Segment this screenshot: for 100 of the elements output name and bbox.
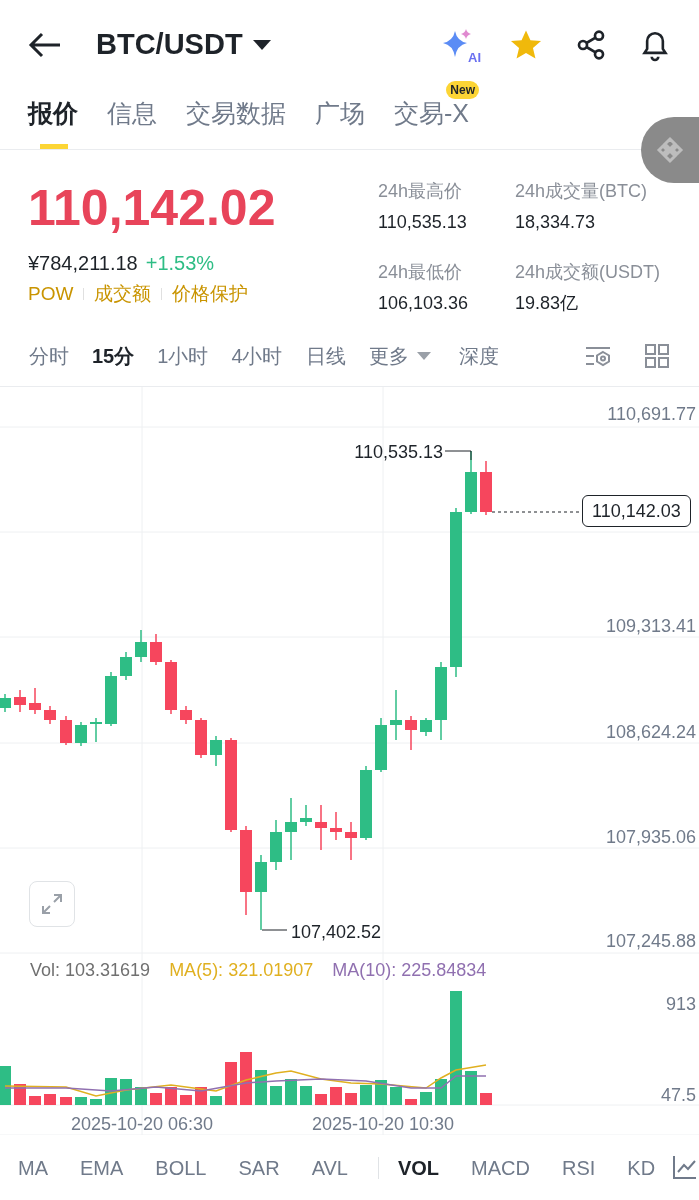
interval-tab[interactable]: 分时: [29, 340, 69, 371]
interval-tab[interactable]: 日线: [305, 340, 346, 371]
expand-icon: [40, 892, 64, 916]
volume-bar: [180, 1095, 192, 1105]
dropdown-caret-icon[interactable]: [252, 40, 271, 50]
candlestick: [405, 715, 417, 751]
grid-layout-icon[interactable]: [644, 342, 670, 369]
candlestick: [285, 797, 297, 861]
expand-button[interactable]: [29, 881, 75, 927]
candlestick: [90, 717, 102, 743]
tag-link[interactable]: POW: [28, 280, 74, 309]
interval-tab[interactable]: 4小时: [231, 340, 283, 371]
tab[interactable]: 信息: [107, 89, 157, 149]
pair-title[interactable]: BTC/USDT: [96, 23, 243, 67]
volume-bar: [165, 1087, 177, 1105]
more-dropdown[interactable]: 更多: [368, 340, 409, 371]
interval-tab[interactable]: 1小时: [157, 340, 209, 371]
back-arrow-icon[interactable]: [28, 31, 62, 59]
volume-legend: Vol: 103.31619: [30, 957, 151, 984]
stat-label: 24h成交额(USDT): [515, 260, 662, 284]
price-axis-label: 107,935.06: [605, 827, 696, 847]
volume-bar: [240, 1052, 252, 1105]
stat-label: 24h成交量(BTC): [515, 180, 649, 203]
candlestick: [44, 705, 56, 725]
candlestick: [420, 717, 432, 737]
candlestick: [180, 705, 192, 725]
volume-axis-label: 47.5: [660, 1085, 696, 1105]
indicator-tab[interactable]: EMA: [80, 1152, 124, 1183]
candlestick: [14, 689, 26, 713]
indicator-tab[interactable]: BOLL: [155, 1152, 207, 1183]
tab[interactable]: 报价: [28, 89, 78, 149]
stat-value: 19.83亿: [515, 291, 580, 315]
interval-tab[interactable]: 15分: [92, 340, 135, 371]
price-axis-label: 110,691.77: [607, 404, 696, 424]
float-logo-button[interactable]: [641, 117, 699, 183]
candlestick: [120, 651, 132, 681]
volume-legend: MA(10): 225.84834: [332, 957, 487, 984]
candlestick: [480, 460, 492, 516]
candlestick: [135, 629, 147, 663]
high-label: 110,535.13: [354, 442, 443, 462]
volume-bar: [0, 1066, 11, 1105]
price-axis-label: 107,245.88: [605, 931, 696, 951]
volume-axis-label: 913: [665, 994, 696, 1014]
candlestick: [165, 659, 177, 715]
volume-bar: [150, 1093, 162, 1105]
volume-bar: [315, 1094, 327, 1105]
candlestick: [315, 804, 327, 851]
depth-tab[interactable]: 深度: [458, 340, 499, 371]
candlestick: [75, 721, 87, 747]
volume-bar: [420, 1092, 432, 1105]
share-icon[interactable]: [575, 29, 607, 61]
candlestick: [60, 715, 72, 746]
price-axis-label: 108,624.24: [605, 722, 696, 742]
volume-bar: [390, 1087, 402, 1105]
price-change: +1.53%: [145, 251, 215, 276]
tag-link[interactable]: 价格保护: [172, 280, 249, 309]
candlestick: [105, 671, 117, 727]
tag-link[interactable]: 成交额: [94, 280, 152, 309]
candlestick: [390, 689, 402, 741]
line-chart-icon[interactable]: [672, 1154, 698, 1180]
volume-bar: [345, 1093, 357, 1105]
cny-price: ¥784,211.18: [28, 251, 138, 276]
time-axis-label: 2025-10-20 06:30: [70, 1114, 214, 1134]
volume-bar: [255, 1070, 267, 1105]
low-label: 107,402.52: [291, 922, 382, 942]
tab[interactable]: 交易数据: [186, 89, 286, 149]
volume-bar: [480, 1093, 492, 1105]
candlestick: [150, 633, 162, 666]
candlestick: [210, 735, 222, 767]
leader-line: [444, 450, 472, 461]
volume-bar: [44, 1094, 56, 1105]
volume-bar: [285, 1079, 297, 1105]
volume-bar: [29, 1096, 41, 1105]
indicator-tab[interactable]: KD: [627, 1152, 656, 1183]
candlestick: [195, 717, 207, 759]
volume-bar: [405, 1099, 417, 1105]
stat-label: 24h最高价: [378, 180, 464, 203]
indicator-tab[interactable]: MA: [18, 1152, 48, 1183]
candlestick: [300, 804, 312, 827]
new-badge: New: [446, 81, 479, 99]
candlestick: [0, 693, 11, 713]
candlestick: [270, 819, 282, 871]
volume-bar: [90, 1099, 102, 1105]
star-icon[interactable]: [509, 29, 543, 61]
volume-bar: [135, 1087, 147, 1105]
indicator-tab[interactable]: MACD: [471, 1152, 530, 1183]
volume-bar: [225, 1062, 237, 1105]
volume-bar: [360, 1085, 372, 1105]
volume-bar: [300, 1086, 312, 1105]
time-axis-label: 2025-10-20 10:30: [311, 1114, 455, 1134]
indicator-tab[interactable]: SAR: [238, 1152, 280, 1183]
indicator-tab[interactable]: RSI: [561, 1152, 596, 1183]
diamond-logo-icon: [656, 136, 684, 164]
indicator-tab[interactable]: AVL: [311, 1152, 348, 1183]
candlestick: [345, 821, 357, 861]
indicator-tab[interactable]: VOL: [397, 1152, 440, 1183]
current-price-tag: 110,142.03: [582, 495, 691, 527]
volume-bar: [270, 1086, 282, 1105]
tab[interactable]: 广场: [315, 89, 365, 149]
volume-bar: [60, 1097, 72, 1105]
